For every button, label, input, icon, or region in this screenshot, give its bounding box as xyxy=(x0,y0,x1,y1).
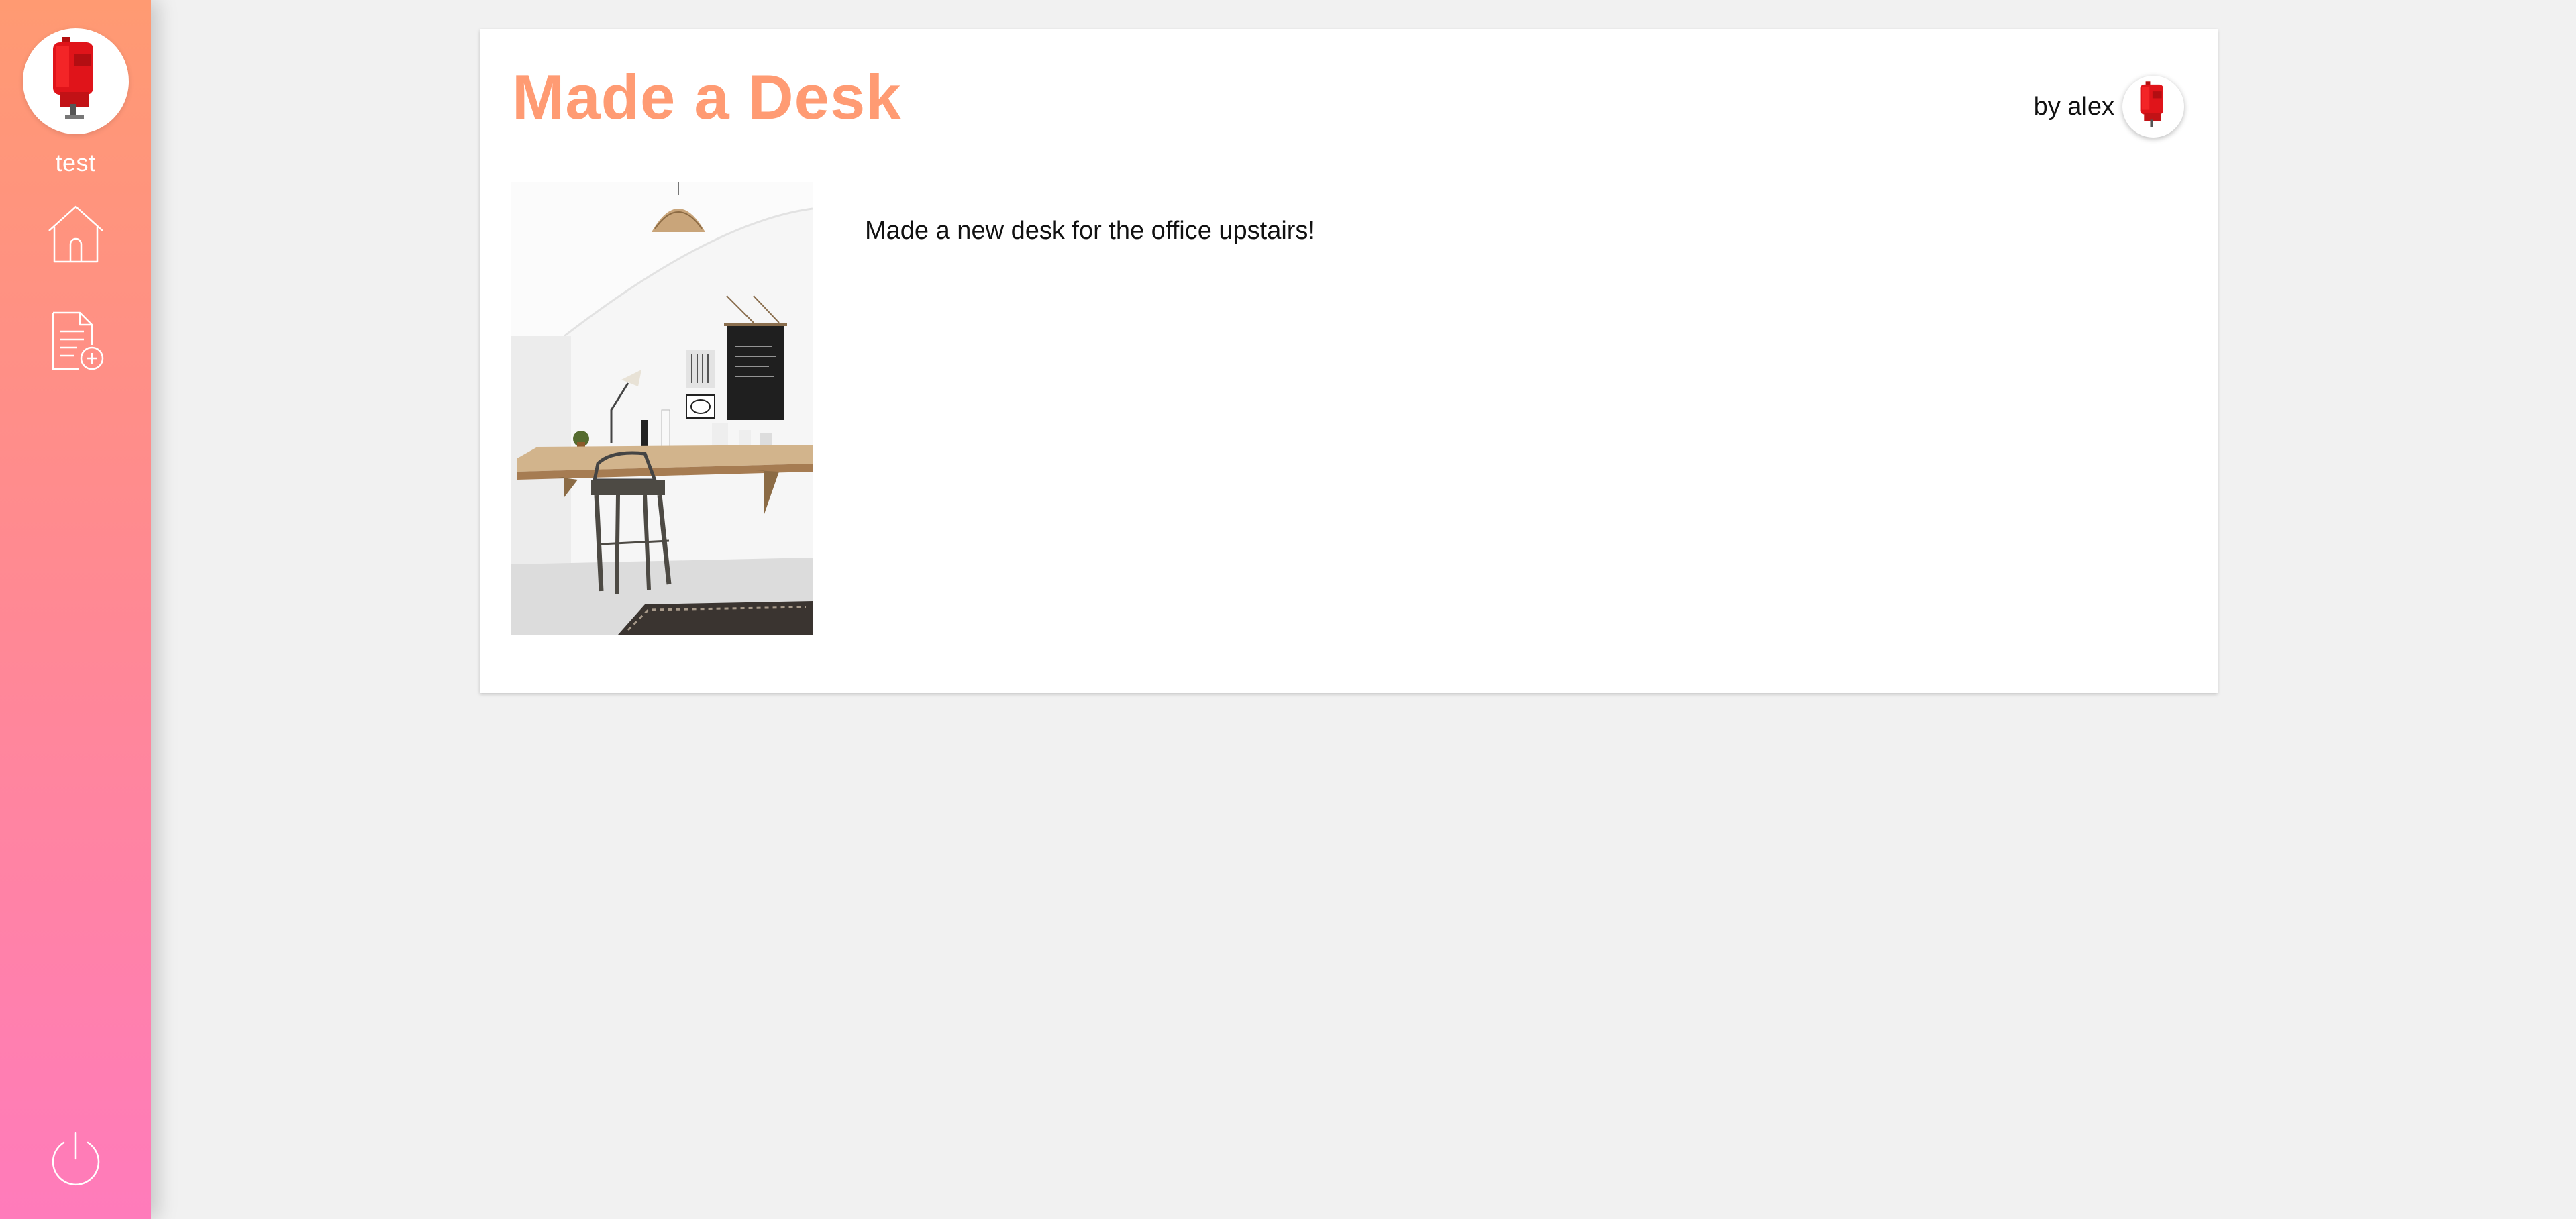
logout-button[interactable] xyxy=(42,1126,109,1194)
desk-photo xyxy=(511,182,813,635)
sidebar-username: test xyxy=(55,149,96,176)
author-label[interactable]: by alex xyxy=(2034,93,2114,121)
user-avatar[interactable] xyxy=(22,28,129,134)
new-document-icon xyxy=(52,311,103,370)
post-image[interactable] xyxy=(511,182,813,635)
robot-avatar-icon xyxy=(52,37,93,119)
power-icon xyxy=(52,1132,99,1186)
post-title: Made a Desk xyxy=(512,62,902,132)
author-avatar[interactable] xyxy=(2122,76,2184,138)
post-author: by alex xyxy=(2034,76,2184,138)
sidebar-item-new-post[interactable] xyxy=(42,307,109,374)
post-card: Made a Desk by alex Made a new desk for … xyxy=(480,29,2218,693)
home-icon xyxy=(48,205,103,263)
sidebar: test xyxy=(0,0,151,1219)
sidebar-item-home[interactable] xyxy=(42,200,109,267)
robot-avatar-icon xyxy=(2140,81,2163,127)
post-body: Made a new desk for the office upstairs! xyxy=(865,217,1315,245)
